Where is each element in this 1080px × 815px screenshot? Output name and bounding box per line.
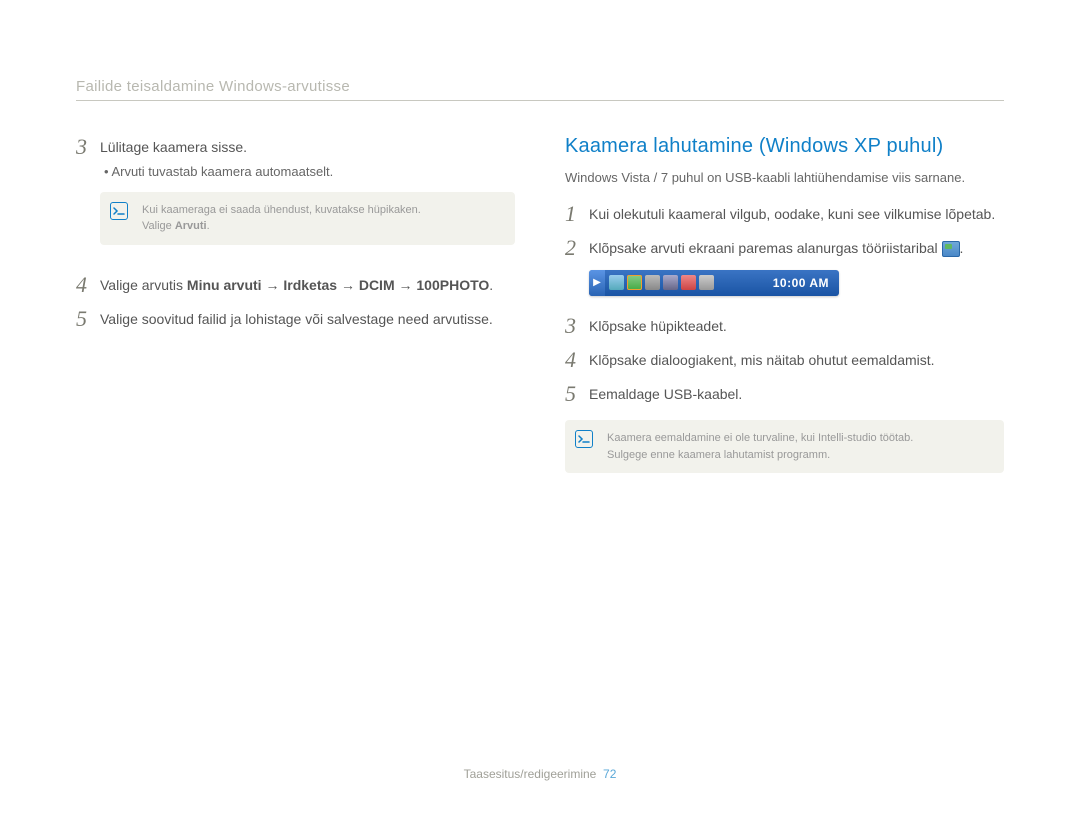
left-column: 3 Lülitage kaamera sisse. Arvuti tuvasta… [76, 135, 515, 491]
tray-icon[interactable] [645, 275, 660, 290]
step-text: Lülitage kaamera sisse. Arvuti tuvastab … [100, 135, 515, 263]
taskbar-clock: 10:00 AM [773, 276, 839, 290]
r-step-4: 4 Klõpsake dialoogiakent, mis näitab ohu… [565, 348, 1004, 372]
page-footer: Taasesitus/redigeerimine 72 [0, 767, 1080, 781]
tray-icon[interactable] [609, 275, 624, 290]
step-text: Klõpsake hüpikteadet. [589, 314, 1004, 338]
step-4-post: . [489, 277, 493, 293]
r-step-2: 2 Klõpsake arvuti ekraani paremas alanur… [565, 236, 1004, 260]
r-step-1: 1 Kui olekutuli kaameral vilgub, oodake,… [565, 202, 1004, 226]
step-number: 5 [76, 307, 92, 331]
step-text: Eemaldage USB-kaabel. [589, 382, 1004, 406]
system-tray [605, 275, 718, 290]
step-number: 3 [76, 135, 92, 263]
windows-taskbar: ▶ 10:00 AM [589, 270, 839, 296]
r-step-5: 5 Eemaldage USB-kaabel. [565, 382, 1004, 406]
section-title: Kaamera lahutamine (Windows XP puhul) [565, 135, 1004, 158]
step-text: Kui olekutuli kaameral vilgub, oodake, k… [589, 202, 1004, 226]
step-5: 5 Valige soovitud failid ja lohistage võ… [76, 307, 515, 331]
section-intro: Windows Vista / 7 puhul on USB-kaabli la… [565, 168, 1004, 188]
tray-icon[interactable] [663, 275, 678, 290]
safely-remove-icon [942, 241, 960, 257]
taskbar-expand-icon[interactable]: ▶ [589, 270, 605, 296]
tray-volume-icon[interactable] [681, 275, 696, 290]
r-step-2a: Klõpsake arvuti ekraani paremas alanurga… [589, 240, 942, 256]
r-step-3: 3 Klõpsake hüpikteadet. [565, 314, 1004, 338]
note-box: Kaamera eemaldamine ei ole turvaline, ku… [565, 420, 1004, 473]
page-number: 72 [603, 767, 616, 781]
note1-line2c: . [207, 220, 210, 232]
step-3-bullet: Arvuti tuvastab kaamera automaatselt. [104, 162, 515, 182]
note-text: Kui kaameraga ei saada ühendust, kuvatak… [142, 202, 503, 235]
step-text: Valige soovitud failid ja lohistage või … [100, 307, 515, 331]
note1-line2b: Arvuti [175, 220, 207, 232]
note1-line2a: Valige [142, 220, 175, 232]
step-number: 5 [565, 382, 581, 406]
safely-remove-tray-icon[interactable] [627, 275, 642, 290]
r-step-2b: . [960, 240, 964, 256]
step-number: 1 [565, 202, 581, 226]
step-4-bold: Minu arvuti → Irdketas → DCIM → 100PHOTO [187, 277, 489, 293]
step-4: 4 Valige arvutis Minu arvuti → Irdketas … [76, 273, 515, 297]
step-number: 3 [565, 314, 581, 338]
step-text: Klõpsake dialoogiakent, mis näitab ohutu… [589, 348, 1004, 372]
note2-line2: Sulgege enne kaamera lahutamist programm… [607, 449, 830, 461]
step-3-text: Lülitage kaamera sisse. [100, 139, 247, 155]
step-text: Klõpsake arvuti ekraani paremas alanurga… [589, 236, 1004, 260]
right-column: Kaamera lahutamine (Windows XP puhul) Wi… [565, 135, 1004, 491]
tray-icon[interactable] [699, 275, 714, 290]
note2-line1: Kaamera eemaldamine ei ole turvaline, ku… [607, 432, 913, 444]
note-box: Kui kaameraga ei saada ühendust, kuvatak… [100, 192, 515, 245]
note-text: Kaamera eemaldamine ei ole turvaline, ku… [607, 430, 992, 463]
note-icon [575, 430, 593, 448]
footer-label: Taasesitus/redigeerimine [464, 767, 597, 781]
page-header: Failide teisaldamine Windows-arvutisse [76, 78, 350, 95]
step-number: 4 [76, 273, 92, 297]
note1-line1: Kui kaameraga ei saada ühendust, kuvatak… [142, 204, 421, 216]
step-4-pre: Valige arvutis [100, 277, 187, 293]
step-3: 3 Lülitage kaamera sisse. Arvuti tuvasta… [76, 135, 515, 263]
step-number: 4 [565, 348, 581, 372]
step-text: Valige arvutis Minu arvuti → Irdketas → … [100, 273, 515, 297]
header-rule [76, 100, 1004, 101]
step-number: 2 [565, 236, 581, 260]
note-icon [110, 202, 128, 220]
